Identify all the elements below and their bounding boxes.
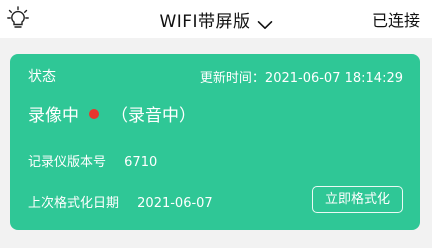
header-title-area: WIFI带屏版	[0, 7, 432, 32]
chevron-down-icon	[257, 15, 273, 29]
version-label: 记录仪版本号	[28, 155, 107, 170]
update-time: 更新时间：2021-06-07 18:14:29	[199, 71, 403, 86]
status-card: 状态 更新时间：2021-06-07 18:14:29 录像中 （录音中） 记录…	[10, 54, 420, 230]
device-selector[interactable]: WIFI带屏版	[159, 7, 272, 32]
last-format-value: 2021-06-07	[137, 196, 213, 211]
device-title: WIFI带屏版	[159, 12, 251, 32]
audio-status: （录音中）	[111, 106, 196, 126]
version-value: 6710	[124, 155, 158, 170]
connection-status: 已连接	[371, 11, 420, 30]
version-row: 记录仪版本号 6710	[28, 151, 157, 170]
last-format-row: 上次格式化日期 2021-06-07	[28, 192, 213, 211]
top-bar: WIFI带屏版 已连接	[0, 0, 432, 38]
lightbulb-icon[interactable]	[7, 6, 29, 30]
status-label: 状态	[28, 69, 56, 85]
format-now-button[interactable]: 立即格式化	[311, 186, 403, 213]
recording-status-row: 录像中 （录音中）	[28, 101, 196, 126]
last-format-label: 上次格式化日期	[28, 196, 120, 211]
recording-indicator-dot	[89, 108, 99, 119]
recording-status: 录像中	[28, 106, 79, 126]
